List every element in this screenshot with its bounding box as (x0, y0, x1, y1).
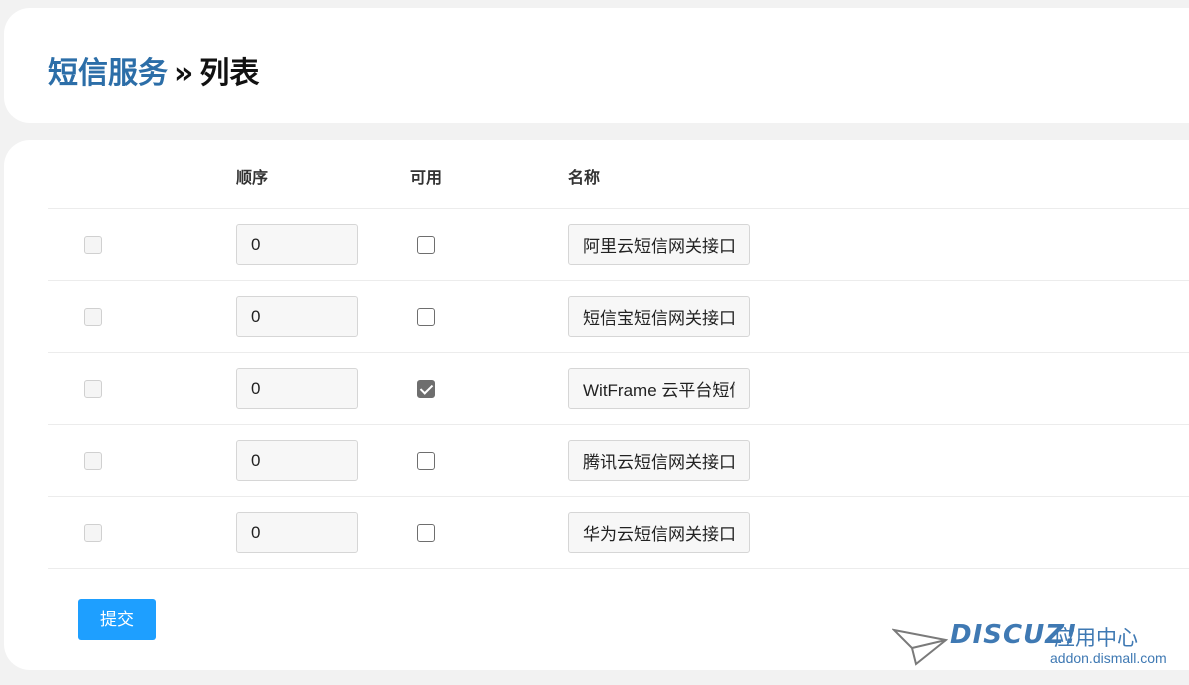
row-select-checkbox[interactable] (84, 236, 102, 254)
watermark-app-center: 应用中心 (1054, 626, 1138, 650)
table-body (48, 209, 1189, 569)
row-select-checkbox[interactable] (84, 452, 102, 470)
row-select-checkbox[interactable] (84, 380, 102, 398)
breadcrumb-separator: » (174, 56, 194, 91)
row-select-checkbox[interactable] (84, 524, 102, 542)
available-checkbox[interactable] (417, 452, 435, 470)
column-header-name: 名称 (568, 168, 601, 187)
main-card: 顺序 可用 名称 提交 (4, 140, 1189, 670)
header-card: 短信服务» 列表 (4, 8, 1189, 123)
page-title: 短信服务» 列表 (48, 48, 259, 92)
available-checkbox[interactable] (417, 236, 435, 254)
available-checkbox[interactable] (417, 308, 435, 326)
gateway-name-input[interactable] (568, 296, 750, 337)
gateway-name-input[interactable] (568, 224, 750, 265)
table-header: 顺序 可用 名称 (48, 140, 1189, 209)
checkmark-icon (419, 381, 434, 395)
watermark-url: addon.dismall.com (1050, 650, 1167, 666)
order-input[interactable] (236, 224, 358, 265)
sms-gateway-table: 顺序 可用 名称 (48, 140, 1189, 569)
gateway-name-input[interactable] (568, 512, 750, 553)
column-header-order: 顺序 (236, 168, 269, 187)
available-checkbox[interactable] (417, 380, 435, 398)
order-input[interactable] (236, 368, 358, 409)
order-input[interactable] (236, 440, 358, 481)
row-select-checkbox[interactable] (84, 308, 102, 326)
table-row (48, 353, 1189, 425)
watermark: DISCUZ! 应用中心 addon.dismall.com (892, 620, 1182, 672)
table-row (48, 281, 1189, 353)
column-header-available: 可用 (410, 168, 443, 187)
breadcrumb-current: 列表 (199, 56, 260, 91)
paper-plane-icon (892, 628, 948, 666)
gateway-name-input[interactable] (568, 440, 750, 481)
available-checkbox[interactable] (417, 524, 435, 542)
submit-button[interactable]: 提交 (78, 599, 156, 640)
order-input[interactable] (236, 512, 358, 553)
table-row (48, 497, 1189, 569)
gateway-name-input[interactable] (568, 368, 750, 409)
order-input[interactable] (236, 296, 358, 337)
table-row (48, 425, 1189, 497)
table-row (48, 209, 1189, 281)
breadcrumb-link-sms-service[interactable]: 短信服务 (48, 56, 168, 91)
